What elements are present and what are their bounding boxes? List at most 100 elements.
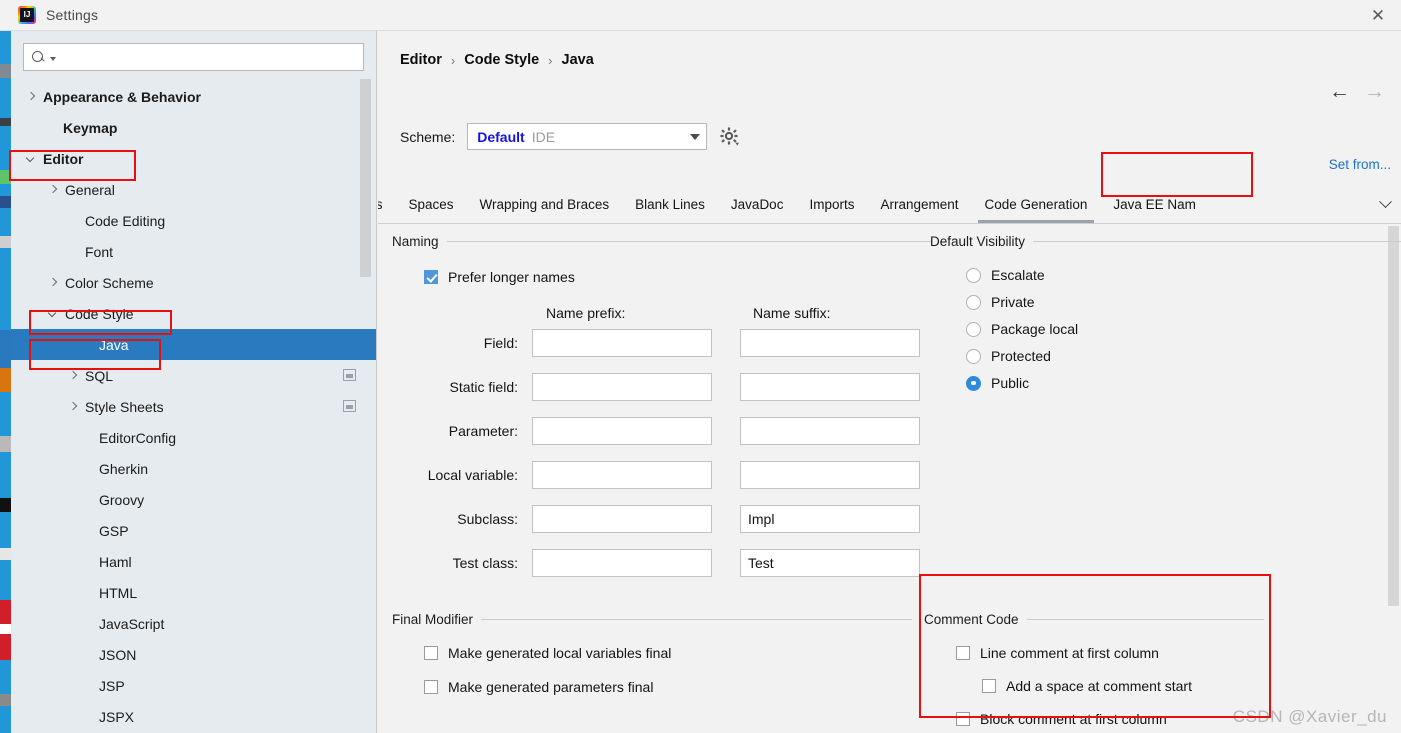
sidebar-item-jspx[interactable]: JSPX: [11, 701, 376, 732]
back-arrow-icon[interactable]: ←: [1329, 81, 1350, 102]
radio-button[interactable]: [966, 321, 981, 337]
naming-suffix-input[interactable]: [740, 505, 920, 533]
visibility-option-escalate[interactable]: Escalate: [966, 267, 1401, 283]
chevron-right-icon[interactable]: [67, 401, 79, 413]
visibility-option-package-local[interactable]: Package local: [966, 321, 1401, 337]
sidebar-item-label: General: [65, 181, 115, 198]
sidebar-item-label: Editor: [43, 150, 84, 167]
checkbox[interactable]: [424, 646, 438, 660]
search-box[interactable]: [23, 43, 364, 71]
tab-label: JavaDoc: [730, 197, 784, 212]
naming-prefix-input[interactable]: [532, 505, 712, 533]
chevron-right-icon[interactable]: [25, 91, 37, 103]
prefer-longer-names-row[interactable]: Prefer longer names: [424, 269, 932, 285]
breadcrumb-item[interactable]: Code Style: [464, 52, 539, 68]
naming-prefix-input[interactable]: [532, 417, 712, 445]
tab-label: Wrapping and Braces: [479, 197, 610, 212]
checkbox[interactable]: [424, 680, 438, 694]
final-modifier-option-make-generated-parameters-final[interactable]: Make generated parameters final: [424, 679, 912, 695]
sidebar-item-java[interactable]: Java: [11, 329, 376, 360]
final-modifier-option-make-generated-local-variables-final[interactable]: Make generated local variables final: [424, 645, 912, 661]
visibility-option-public[interactable]: Public: [966, 375, 1401, 391]
sidebar-item-haml[interactable]: Haml: [11, 546, 376, 577]
comment-code-option-label: Block comment at first column: [980, 711, 1167, 727]
sidebar-item-label: JSP: [99, 677, 125, 694]
sidebar-item-general[interactable]: General: [11, 174, 376, 205]
prefer-longer-names-checkbox[interactable]: [424, 270, 438, 284]
sidebar-item-javascript[interactable]: JavaScript: [11, 608, 376, 639]
chevron-right-icon[interactable]: [67, 370, 79, 382]
tab-code-generation[interactable]: Code Generation: [972, 186, 1101, 223]
checkbox[interactable]: [956, 712, 970, 726]
visibility-option-private[interactable]: Private: [966, 294, 1401, 310]
tab-java-ee-nam[interactable]: Java EE Nam: [1100, 186, 1209, 223]
naming-row-label: Parameter:: [448, 423, 518, 439]
sidebar-item-html[interactable]: HTML: [11, 577, 376, 608]
tab-ts[interactable]: ts: [378, 186, 396, 223]
naming-suffix-input[interactable]: [740, 417, 920, 445]
checkbox[interactable]: [956, 646, 970, 660]
settings-window: Settings ✕ Appearance & Behavior Keymap Ed…: [0, 0, 1401, 733]
naming-suffix-input[interactable]: [740, 373, 920, 401]
sidebar-item-editorconfig[interactable]: EditorConfig: [11, 422, 376, 453]
radio-button[interactable]: [966, 294, 981, 310]
chevron-right-icon[interactable]: [47, 184, 59, 196]
naming-prefix-input[interactable]: [532, 461, 712, 489]
gear-icon[interactable]: [719, 126, 741, 148]
radio-button[interactable]: [966, 348, 981, 364]
comment-code-option-line-comment-at-first-column[interactable]: Line comment at first column: [956, 645, 1264, 661]
radio-button[interactable]: [966, 375, 981, 391]
tab-javadoc[interactable]: JavaDoc: [718, 186, 797, 223]
sidebar-item-groovy[interactable]: Groovy: [11, 484, 376, 515]
chevron-down-icon[interactable]: [25, 153, 37, 165]
naming-suffix-input[interactable]: [740, 461, 920, 489]
sidebar-item-sql[interactable]: SQL: [11, 360, 376, 391]
radio-button[interactable]: [966, 267, 981, 283]
breadcrumb-separator: ›: [450, 52, 456, 68]
set-from-link[interactable]: Set from...: [1329, 157, 1391, 172]
tab-blank-lines[interactable]: Blank Lines: [622, 186, 718, 223]
naming-suffix-input[interactable]: [740, 549, 920, 577]
sidebar-item-gsp[interactable]: GSP: [11, 515, 376, 546]
naming-prefix-input[interactable]: [532, 373, 712, 401]
sidebar-item-editor[interactable]: Editor: [11, 143, 376, 174]
comment-code-option-add-a-space-at-comment-start[interactable]: Add a space at comment start: [982, 678, 1264, 694]
sidebar-item-label: JSON: [99, 646, 137, 663]
tab-imports[interactable]: Imports: [796, 186, 867, 223]
breadcrumb-item[interactable]: Java: [562, 52, 594, 68]
sidebar-item-font[interactable]: Font: [11, 236, 376, 267]
sidebar-item-code-style[interactable]: Code Style: [11, 298, 376, 329]
visibility-option-protected[interactable]: Protected: [966, 348, 1401, 364]
comment-code-option-label: Line comment at first column: [980, 645, 1159, 661]
sidebar-item-keymap[interactable]: Keymap: [11, 112, 376, 143]
tab-wrapping-and-braces[interactable]: Wrapping and Braces: [467, 186, 623, 223]
sidebar-scrollbar-thumb[interactable]: [360, 79, 371, 277]
sidebar-item-json[interactable]: JSON: [11, 639, 376, 670]
chevron-down-icon[interactable]: [47, 308, 59, 320]
naming-prefix-input[interactable]: [532, 549, 712, 577]
forward-arrow-icon[interactable]: →: [1364, 81, 1385, 102]
naming-prefix-input[interactable]: [532, 329, 712, 357]
chevron-right-icon[interactable]: [47, 277, 59, 289]
sidebar-item-appearance-behavior[interactable]: Appearance & Behavior: [11, 81, 376, 112]
tab-arrangement[interactable]: Arrangement: [867, 186, 971, 223]
search-input[interactable]: [56, 45, 355, 69]
search-wrapper: [11, 31, 376, 71]
sidebar-item-color-scheme[interactable]: Color Scheme: [11, 267, 376, 298]
sidebar-item-code-editing[interactable]: Code Editing: [11, 205, 376, 236]
scheme-selected-kind: IDE: [531, 128, 556, 145]
scheme-select[interactable]: Default IDE: [467, 123, 708, 150]
breadcrumb-item[interactable]: Editor: [400, 52, 442, 68]
comment-code-option-block-comment-at-first-column[interactable]: Block comment at first column: [956, 711, 1264, 727]
sidebar-item-style-sheets[interactable]: Style Sheets: [11, 391, 376, 422]
close-icon[interactable]: ✕: [1355, 0, 1401, 31]
sidebar-item-gherkin[interactable]: Gherkin: [11, 453, 376, 484]
naming-suffix-input[interactable]: [740, 329, 920, 357]
sidebar-item-label: Style Sheets: [85, 398, 164, 415]
sidebar-item-jsp[interactable]: JSP: [11, 670, 376, 701]
tab-spaces[interactable]: Spaces: [396, 186, 467, 223]
checkbox[interactable]: [982, 679, 996, 693]
tab-overflow-button[interactable]: [1369, 186, 1401, 223]
